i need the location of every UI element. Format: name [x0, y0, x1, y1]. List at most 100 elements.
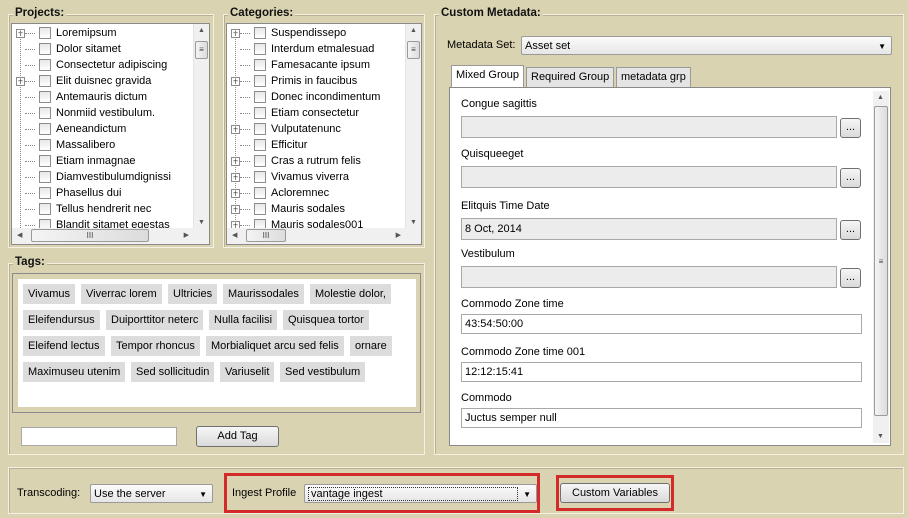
tag-chip[interactable]: Sed vestibulum	[280, 362, 366, 382]
tree-item[interactable]: + Cras a rutrum felis	[227, 153, 361, 169]
tree-item[interactable]: Aeneandictum	[12, 121, 126, 137]
field-label: Congue sagittis	[461, 98, 537, 110]
tree-item[interactable]: Dolor sitamet	[12, 41, 121, 57]
browse-button[interactable]: ...	[840, 220, 861, 240]
checkbox[interactable]	[254, 75, 266, 87]
tag-chip[interactable]: Nulla facilisi	[209, 310, 278, 330]
tree-item[interactable]: Antemauris dictum	[12, 89, 147, 105]
categories-vertical-scrollbar[interactable]: ▲ ≡ ▼	[405, 24, 421, 229]
tree-item[interactable]: Consectetur adipiscing	[12, 57, 167, 73]
transcoding-select[interactable]: Use the server ▼	[90, 484, 213, 503]
metadata-vertical-scrollbar[interactable]: ▲ ≡ ▼	[873, 91, 889, 443]
tree-connector	[240, 144, 250, 146]
tree-item[interactable]: + Suspendissepo	[227, 25, 346, 41]
field-input[interactable]	[461, 166, 837, 188]
checkbox[interactable]	[254, 43, 266, 55]
tag-chip[interactable]: Ultricies	[168, 284, 218, 304]
field-input[interactable]	[461, 116, 837, 138]
tag-chip[interactable]: Eleifendursus	[23, 310, 100, 330]
checkbox[interactable]	[254, 107, 266, 119]
tab-mixed-group[interactable]: Mixed Group	[451, 65, 524, 87]
checkbox[interactable]	[39, 155, 51, 167]
checkbox[interactable]	[39, 203, 51, 215]
checkbox[interactable]	[254, 171, 266, 183]
tree-item-label: Nonmiid vestibulum.	[56, 107, 156, 119]
checkbox[interactable]	[39, 171, 51, 183]
tree-item[interactable]: + Elit duisnec gravida	[12, 73, 151, 89]
ingest-profile-select[interactable]: vantage ingest ▼	[304, 484, 537, 503]
checkbox[interactable]	[254, 123, 266, 135]
tree-item[interactable]: Nonmiid vestibulum.	[12, 105, 155, 121]
checkbox[interactable]	[254, 91, 266, 103]
tag-chip[interactable]: Quisquea tortor	[283, 310, 369, 330]
tree-item[interactable]: + Vulputatenunc	[227, 121, 341, 137]
tree-item[interactable]: + Mauris sodales	[227, 201, 345, 217]
tag-chip[interactable]: Duiporttitor neterc	[106, 310, 204, 330]
projects-tree[interactable]: Blandit sitamet egestas Tellus hendrerit …	[11, 23, 210, 245]
metadata-set-select[interactable]: Asset set ▼	[521, 36, 892, 55]
tree-item[interactable]: Diamvestibulumdignissi	[12, 169, 171, 185]
checkbox[interactable]	[39, 75, 51, 87]
tree-item[interactable]: + Primis in faucibus	[227, 73, 357, 89]
tree-item[interactable]: Etiam inmagnae	[12, 153, 136, 169]
tree-item[interactable]: Phasellus dui	[12, 185, 121, 201]
tree-item[interactable]: + Loremipsum	[12, 25, 117, 41]
tree-item[interactable]: Efficitur	[227, 137, 307, 153]
browse-button[interactable]: ...	[840, 168, 861, 188]
tab-required-group[interactable]: Required Group	[526, 67, 615, 87]
tag-chip[interactable]: Maurissodales	[223, 284, 304, 304]
tree-item[interactable]: + Vivamus viverra	[227, 169, 349, 185]
tag-chip[interactable]: ornare	[350, 336, 392, 356]
field-input[interactable]: 12:12:15:41	[461, 362, 862, 382]
new-tag-input[interactable]	[21, 427, 177, 446]
field-input[interactable]: 43:54:50:00	[461, 314, 862, 334]
checkbox[interactable]	[254, 155, 266, 167]
categories-horizontal-scrollbar[interactable]: ◀ III ▶	[227, 228, 421, 244]
checkbox[interactable]	[254, 203, 266, 215]
tag-chip[interactable]: Variuselit	[220, 362, 275, 382]
tag-chip[interactable]: Molestie dolor,	[310, 284, 391, 304]
tree-item[interactable]: Donec incondimentum	[227, 89, 380, 105]
checkbox[interactable]	[39, 43, 51, 55]
add-tag-button[interactable]: Add Tag	[196, 426, 279, 447]
tag-chip[interactable]: Maximuseu utenim	[23, 362, 126, 382]
projects-horizontal-scrollbar[interactable]: ◀ III ▶	[12, 228, 209, 244]
checkbox[interactable]	[39, 59, 51, 71]
browse-button[interactable]: ...	[840, 268, 861, 288]
tag-chip[interactable]: Sed sollicitudin	[131, 362, 215, 382]
tree-item[interactable]: Etiam consectetur	[227, 105, 359, 121]
tag-chip[interactable]: Eleifend lectus	[23, 336, 105, 356]
custom-variables-button[interactable]: Custom Variables	[560, 483, 670, 503]
categories-tree[interactable]: + Mauris sodales001 + Mauris sodales + Aclore…	[226, 23, 422, 245]
checkbox[interactable]	[254, 59, 266, 71]
tag-chip[interactable]: Morbialiquet arcu sed felis	[206, 336, 344, 356]
tab-metadata-grp[interactable]: metadata grp	[616, 67, 691, 87]
checkbox[interactable]	[39, 187, 51, 199]
browse-button[interactable]: ...	[840, 118, 861, 138]
checkbox[interactable]	[39, 91, 51, 103]
checkbox[interactable]	[254, 139, 266, 151]
projects-group: Projects: Blandit sitamet egestas Tellus …	[8, 7, 214, 248]
tag-chip[interactable]: Viverrac lorem	[81, 284, 162, 304]
tree-item[interactable]: + Acloremnec	[227, 185, 329, 201]
tree-connector	[240, 224, 250, 226]
field-input[interactable]	[461, 266, 837, 288]
tree-item[interactable]: Massalibero	[12, 137, 115, 153]
tree-item[interactable]: Famesacante ipsum	[227, 57, 370, 73]
field-input[interactable]: Juctus semper null	[461, 408, 862, 428]
tree-connector	[240, 48, 250, 50]
tree-item[interactable]: Tellus hendrerit nec	[12, 201, 151, 217]
projects-vertical-scrollbar[interactable]: ▲ ≡ ▼	[193, 24, 209, 229]
tree-line	[20, 32, 21, 244]
tag-chip[interactable]: Vivamus	[23, 284, 75, 304]
checkbox[interactable]	[39, 139, 51, 151]
field-input[interactable]: 8 Oct, 2014	[461, 218, 837, 240]
tag-chip[interactable]: Tempor rhoncus	[111, 336, 200, 356]
tree-connector	[25, 192, 35, 194]
tree-item[interactable]: Interdum etmalesuad	[227, 41, 374, 57]
checkbox[interactable]	[39, 107, 51, 119]
checkbox[interactable]	[39, 27, 51, 39]
checkbox[interactable]	[254, 187, 266, 199]
checkbox[interactable]	[254, 27, 266, 39]
checkbox[interactable]	[39, 123, 51, 135]
